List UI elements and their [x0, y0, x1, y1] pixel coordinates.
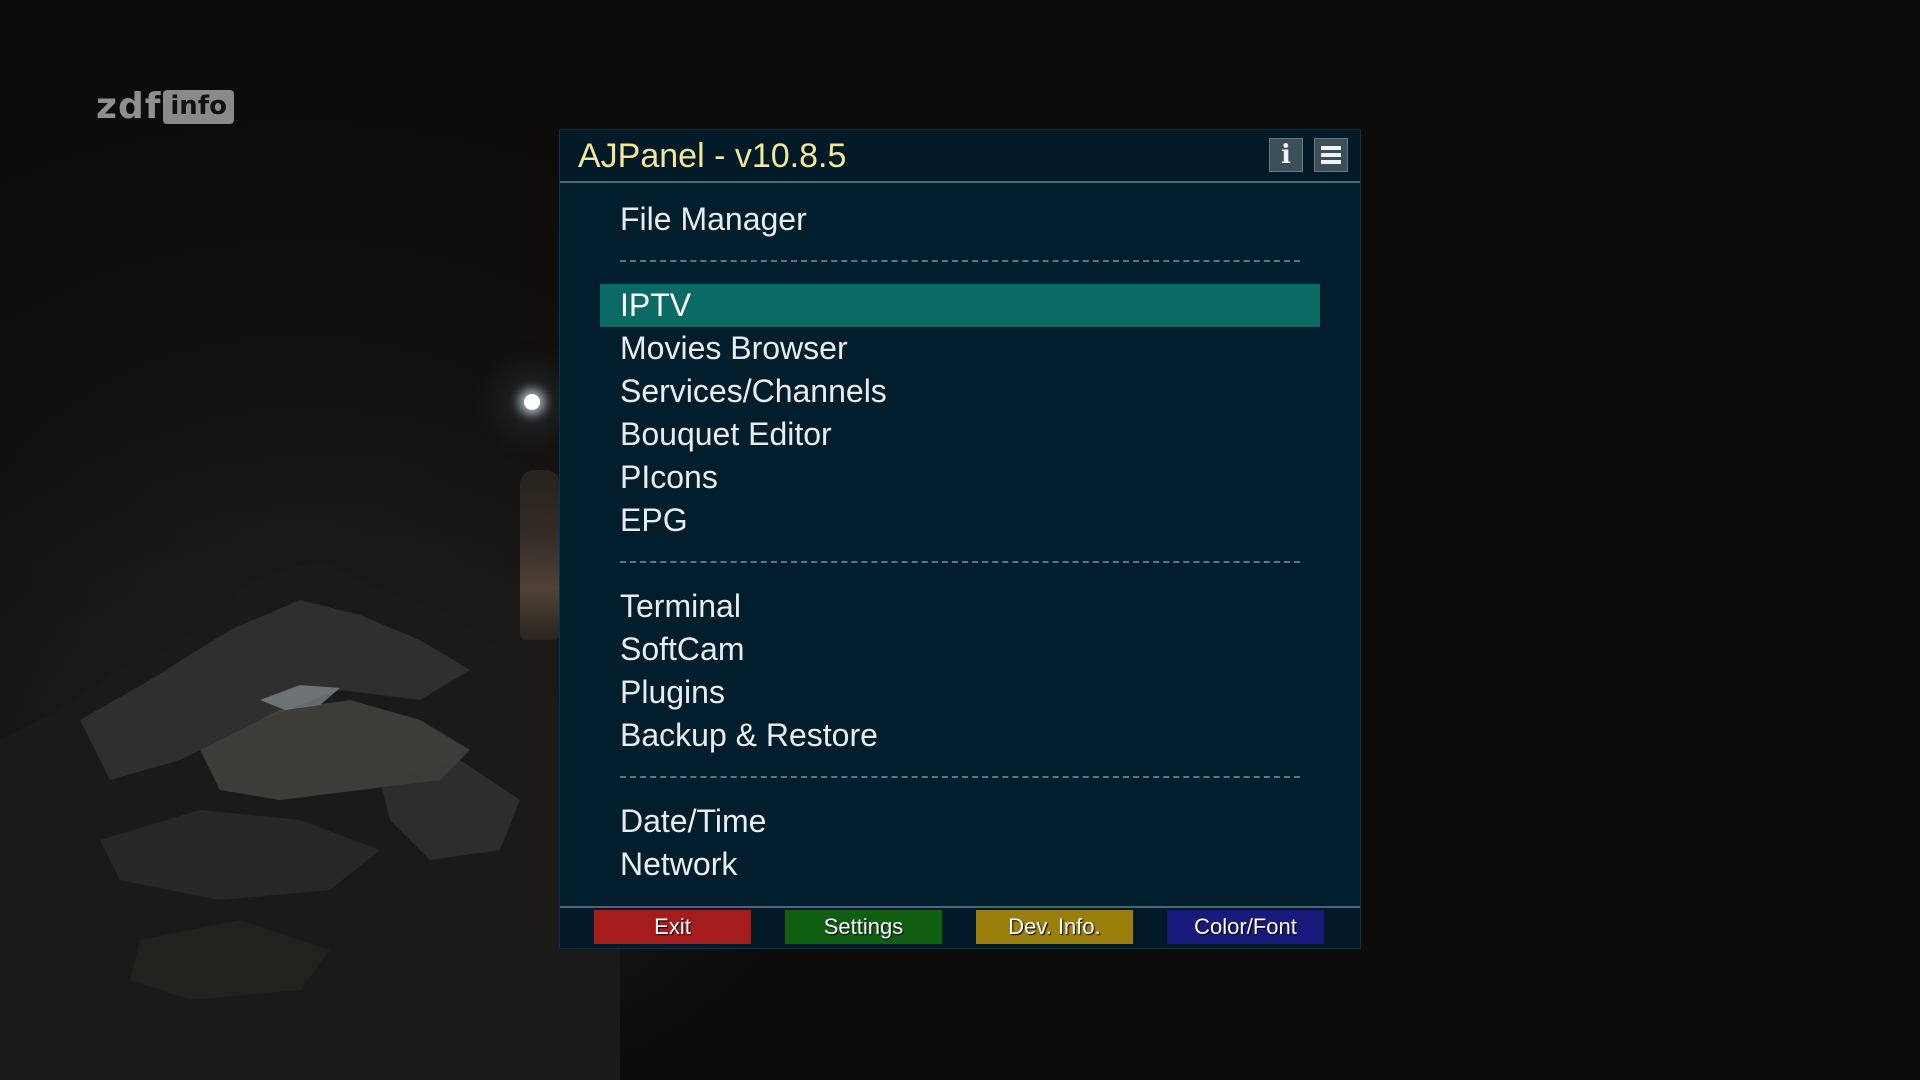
- color-font-button[interactable]: Color/Font: [1167, 910, 1324, 944]
- menu-item-file-manager[interactable]: File Manager: [600, 198, 1320, 241]
- menu-separator: [600, 241, 1320, 284]
- menu-item-date-time[interactable]: Date/Time: [600, 800, 1320, 843]
- menu-item-terminal[interactable]: Terminal: [600, 585, 1320, 628]
- channel-logo-brand: zdf: [96, 86, 162, 127]
- menu-item-movies-browser[interactable]: Movies Browser: [600, 327, 1320, 370]
- menu-separator: [600, 757, 1320, 800]
- settings-button[interactable]: Settings: [785, 910, 942, 944]
- ajpanel-window: AJPanel - v10.8.5 i File Manager IPTV Movi…: [560, 130, 1360, 948]
- hiker-figure: [520, 470, 560, 640]
- menu-item-softcam[interactable]: SoftCam: [600, 628, 1320, 671]
- menu-item-picons[interactable]: PIcons: [600, 456, 1320, 499]
- tv-screen: zdf info AJPanel - v10.8.5 i File Manage…: [0, 0, 1920, 1080]
- main-menu-list: File Manager IPTV Movies Browser Services/C…: [600, 198, 1320, 886]
- color-button-bar: Exit Settings Dev. Info. Color/Font: [560, 906, 1360, 948]
- menu-item-services-channels[interactable]: Services/Channels: [600, 370, 1320, 413]
- dev-info-button[interactable]: Dev. Info.: [976, 910, 1133, 944]
- menu-separator: [600, 542, 1320, 585]
- info-icon[interactable]: i: [1269, 138, 1303, 172]
- headlamp-light: [524, 394, 540, 410]
- exit-button[interactable]: Exit: [594, 910, 751, 944]
- channel-logo: zdf info: [96, 86, 234, 128]
- menu-item-iptv[interactable]: IPTV: [600, 284, 1320, 327]
- menu-item-network[interactable]: Network: [600, 843, 1320, 886]
- panel-title: AJPanel - v10.8.5: [578, 137, 847, 175]
- menu-item-epg[interactable]: EPG: [600, 499, 1320, 542]
- menu-icon[interactable]: [1314, 138, 1348, 172]
- panel-header: AJPanel - v10.8.5 i: [560, 130, 1360, 183]
- menu-item-bouquet-editor[interactable]: Bouquet Editor: [600, 413, 1320, 456]
- menu-item-plugins[interactable]: Plugins: [600, 671, 1320, 714]
- menu-item-backup-restore[interactable]: Backup & Restore: [600, 714, 1320, 757]
- channel-logo-suffix: info: [163, 89, 234, 125]
